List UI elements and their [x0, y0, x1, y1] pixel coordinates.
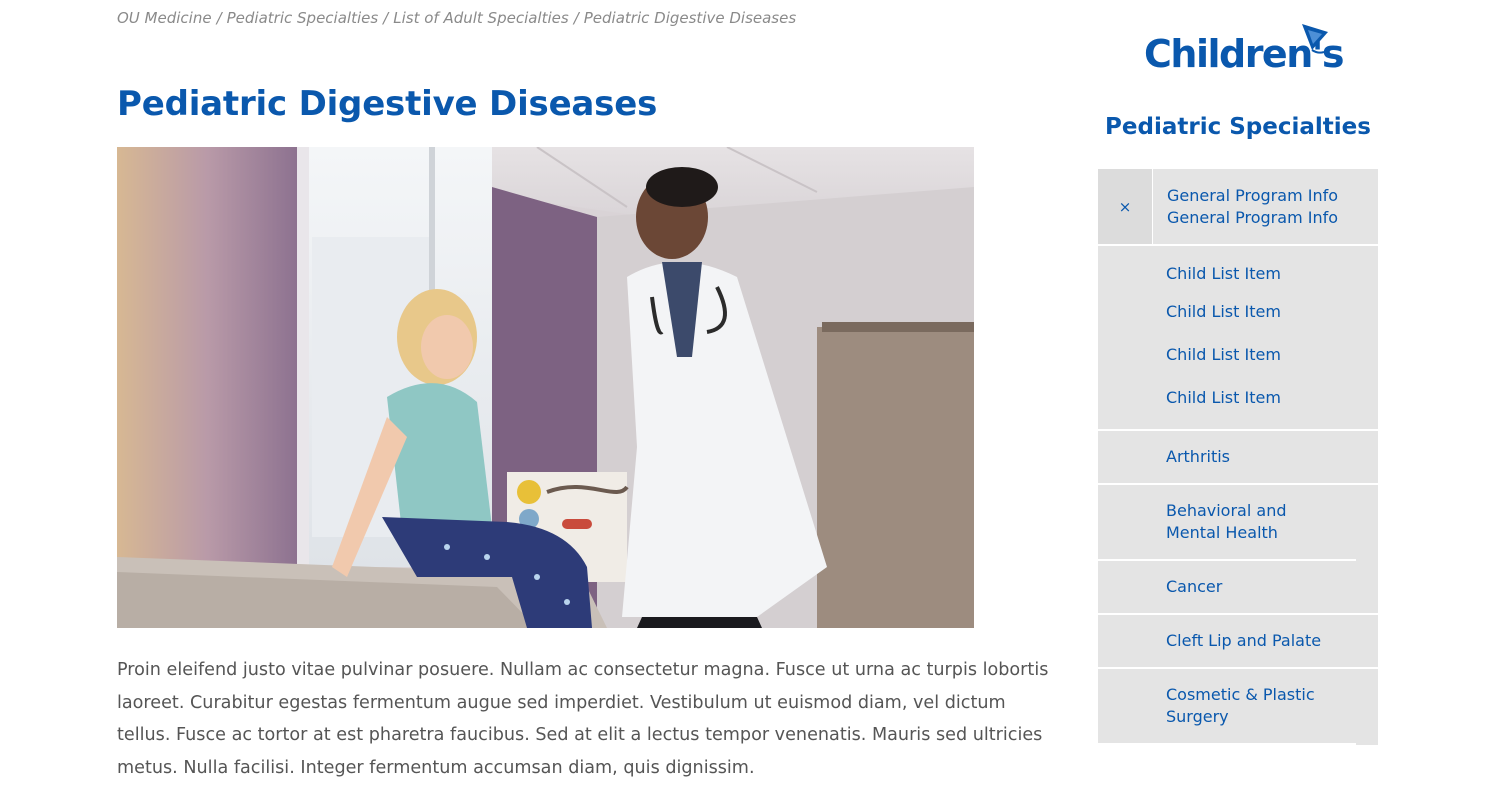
close-icon[interactable]: × — [1098, 169, 1153, 244]
breadcrumb-separator: / — [216, 9, 222, 27]
nav-children: Child List Item Child List Item Child Li… — [1098, 246, 1378, 431]
nav-item-cosmetic-plastic-surgery[interactable]: Cosmetic & Plastic Surgery — [1098, 669, 1356, 745]
nav-child-item[interactable]: Child List Item — [1098, 370, 1378, 425]
breadcrumb: OU Medicine / Pediatric Specialties / List o… — [117, 9, 796, 27]
nav-group-header: × General Program Info General Program I… — [1098, 169, 1378, 246]
breadcrumb-separator: / — [573, 9, 579, 27]
nav-group-title-line: General Program Info — [1167, 186, 1339, 205]
breadcrumb-current: Pediatric Digestive Diseases — [583, 9, 797, 27]
sidebar-nav: × General Program Info General Program I… — [1098, 169, 1378, 745]
nav-group: × General Program Info General Program I… — [1098, 169, 1378, 431]
nav-item-cleft-lip-palate[interactable]: Cleft Lip and Palate — [1098, 615, 1378, 669]
nav-item-cancer[interactable]: Cancer — [1098, 561, 1378, 615]
kite-icon — [1302, 24, 1328, 54]
nav-group-title-line: General Program Info — [1167, 208, 1339, 227]
breadcrumb-pediatric-specialties[interactable]: Pediatric Specialties — [227, 9, 379, 27]
body-paragraph: Proin eleifend justo vitae pulvinar posu… — [117, 660, 1049, 779]
hero-image — [117, 147, 974, 628]
breadcrumb-separator: / — [383, 9, 389, 27]
page-title: Pediatric Digestive Diseases — [117, 84, 658, 124]
breadcrumb-adult-specialties[interactable]: List of Adult Specialties — [393, 9, 568, 27]
breadcrumb-ou-medicine[interactable]: OU Medicine — [117, 9, 212, 27]
nav-group-title[interactable]: General Program Info General Program Inf… — [1153, 169, 1338, 244]
childrens-logo[interactable]: Children's — [1138, 20, 1345, 90]
sidebar-heading: Pediatric Specialties — [1105, 114, 1371, 140]
nav-item-arthritis[interactable]: Arthritis — [1098, 431, 1378, 485]
nav-item-behavioral-mental-health[interactable]: Behavioral and Mental Health — [1098, 485, 1356, 561]
